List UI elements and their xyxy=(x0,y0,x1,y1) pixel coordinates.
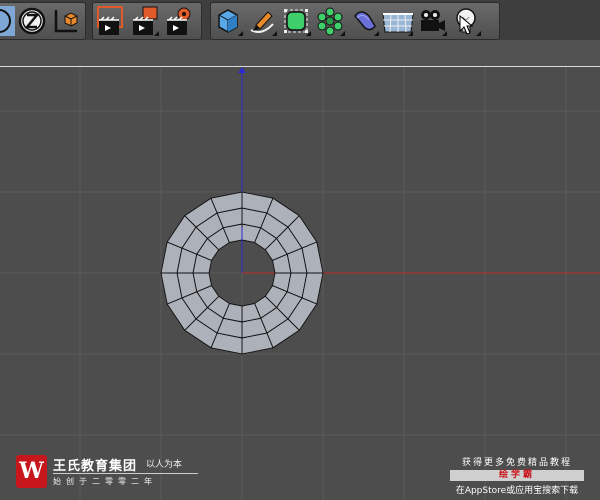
perspective-viewport[interactable] xyxy=(0,67,600,500)
promo-download-text: 在AppStore或应用宝搜索下载 xyxy=(455,486,579,496)
subdivision-surface-icon[interactable] xyxy=(279,4,313,38)
viewport-header-bar xyxy=(0,40,600,67)
floor-plane-icon[interactable] xyxy=(381,4,415,38)
objects-group xyxy=(210,2,500,40)
world-coordinate-icon[interactable] xyxy=(49,4,83,38)
promo-watermark: 获得更多免费精品教程 绘学霸 在AppStore或应用宝搜索下载 xyxy=(450,455,584,496)
brand-divider xyxy=(53,473,198,474)
z-axis-lock-icon[interactable] xyxy=(15,4,49,38)
main-toolbar xyxy=(0,0,600,40)
pen-spline-icon[interactable] xyxy=(245,4,279,38)
render-to-picture-viewer-icon[interactable] xyxy=(127,4,161,38)
render-group xyxy=(92,2,202,40)
mouse-cursor-icon xyxy=(459,15,473,35)
camera-icon[interactable] xyxy=(415,4,449,38)
y-axis-arrow-icon xyxy=(238,67,246,73)
cube-icon[interactable] xyxy=(211,4,245,38)
promo-headline: 获得更多免费精品教程 xyxy=(461,458,572,468)
brand-name: 王氏教育集团 xyxy=(53,459,138,474)
coordinate-group xyxy=(0,2,86,40)
promo-app-name: 绘学霸 xyxy=(450,470,584,481)
render-settings-icon[interactable] xyxy=(161,4,195,38)
brand-logo: W xyxy=(16,455,47,488)
render-view-icon[interactable] xyxy=(93,4,127,38)
coordinate-system-icon[interactable] xyxy=(0,4,15,38)
brand-slogan: 以人为本 xyxy=(146,460,183,470)
viewport-canvas xyxy=(0,67,600,500)
bend-deformer-icon[interactable] xyxy=(347,4,381,38)
array-icon[interactable] xyxy=(313,4,347,38)
brand-founded: 始创于二零零二年 xyxy=(53,477,157,486)
